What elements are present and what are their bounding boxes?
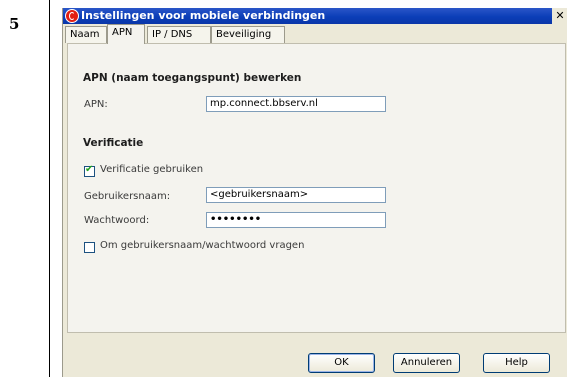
tab-apn[interactable]: APN xyxy=(107,24,145,44)
tab-naam[interactable]: Naam xyxy=(65,26,107,43)
apn-tab-panel: APN (naam toegangspunt) bewerken APN: mp… xyxy=(67,43,566,333)
ask-credentials-label[interactable]: Om gebruikersnaam/wachtwoord vragen xyxy=(100,240,304,251)
apn-label: APN: xyxy=(84,99,108,110)
username-input[interactable]: <gebruikersnaam> xyxy=(206,187,386,203)
tab-strip: Naam APN IP / DNS Beveiliging xyxy=(63,24,567,44)
apn-input[interactable]: mp.connect.bbserv.nl xyxy=(206,96,386,112)
mobile-connection-settings-dialog: Instellingen voor mobiele verbindingen ✕… xyxy=(62,8,567,377)
verification-heading: Verificatie xyxy=(83,137,144,149)
vodafone-app-icon xyxy=(65,9,79,23)
password-label: Wachtwoord: xyxy=(84,215,150,226)
username-label: Gebruikersnaam: xyxy=(84,191,171,202)
window-title: Instellingen voor mobiele verbindingen xyxy=(81,9,326,22)
cancel-button[interactable]: Annuleren xyxy=(393,353,460,373)
ok-button[interactable]: OK xyxy=(308,353,375,373)
tab-beveiliging[interactable]: Beveiliging xyxy=(211,26,285,43)
tab-ip-dns[interactable]: IP / DNS xyxy=(147,26,211,43)
ask-credentials-checkbox[interactable] xyxy=(84,242,95,253)
apn-section-heading: APN (naam toegangspunt) bewerken xyxy=(83,72,302,84)
help-button[interactable]: Help xyxy=(483,353,550,373)
close-button[interactable]: ✕ xyxy=(552,8,567,24)
checkmark-icon: ✔ xyxy=(85,164,94,175)
use-verification-checkbox[interactable]: ✔ xyxy=(84,164,95,177)
button-bar: OK Annuleren Help xyxy=(63,333,567,377)
password-input[interactable]: •••••••• xyxy=(206,212,386,228)
step-number: 5 xyxy=(9,15,20,33)
use-verification-label[interactable]: Verificatie gebruiken xyxy=(100,164,203,175)
title-bar[interactable]: Instellingen voor mobiele verbindingen ✕ xyxy=(63,8,567,24)
step-divider xyxy=(49,0,50,377)
